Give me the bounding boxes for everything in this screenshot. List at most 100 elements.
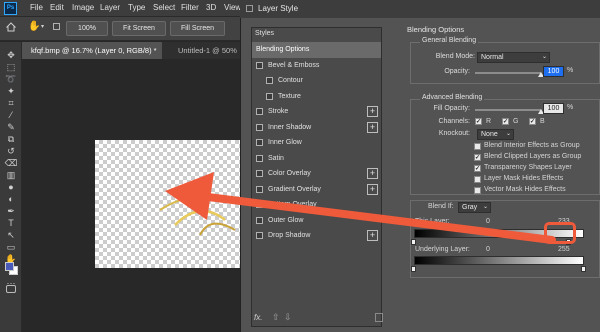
style-checkbox[interactable] <box>256 232 263 239</box>
knockout-dropdown[interactable]: None ⌄ <box>477 129 514 140</box>
underlying-left-value: 0 <box>486 246 490 253</box>
menu-item-select[interactable]: Select <box>153 3 175 12</box>
style-checkbox[interactable] <box>256 123 263 131</box>
style-row-label: Inner Shadow <box>268 123 312 131</box>
hand-tool-preset-icon[interactable]: ✋ <box>28 21 40 33</box>
menu-item-filter[interactable]: Filter <box>181 3 199 12</box>
channel-g-checkbox[interactable]: ✓ <box>502 118 509 125</box>
style-row-bevel-emboss[interactable]: Bevel & Emboss <box>252 58 381 74</box>
style-checkbox[interactable] <box>256 185 263 193</box>
opacity-input[interactable]: 100 <box>543 66 564 77</box>
zoom-all-windows-icon[interactable] <box>53 23 60 30</box>
style-row-pattern-overlay[interactable]: Pattern Overlay <box>252 197 381 213</box>
channel-r-label: R <box>486 118 492 125</box>
move-down-icon[interactable]: ⇩ <box>284 312 292 323</box>
fill-screen-button[interactable]: Fill Screen <box>170 21 225 36</box>
style-row-inner-glow[interactable]: Inner Glow <box>252 135 381 151</box>
chevron-down-icon[interactable]: ▾ <box>41 23 44 30</box>
channel-g-label: G <box>513 118 519 125</box>
tab-document-kfqf[interactable]: kfqf.bmp @ 16.7% (Layer 0, RGB/8) * <box>22 42 162 59</box>
underlying-black-thumb[interactable] <box>411 266 416 272</box>
style-checkbox[interactable] <box>256 216 263 224</box>
menu-item-3d[interactable]: 3D <box>206 3 216 12</box>
option-checkbox[interactable] <box>474 143 481 150</box>
style-checkbox[interactable] <box>256 139 263 146</box>
option-checkbox[interactable] <box>474 187 481 194</box>
opacity-label: Opacity: <box>444 68 470 75</box>
move-up-icon[interactable]: ⇧ <box>272 312 280 323</box>
option-checkbox[interactable]: ✓ <box>474 154 481 161</box>
blend-mode-dropdown[interactable]: Normal ⌄ <box>477 52 550 63</box>
option-checkbox[interactable]: ✓ <box>474 165 481 172</box>
channel-r-checkbox[interactable]: ✓ <box>475 118 482 125</box>
style-checkbox[interactable] <box>256 108 263 115</box>
style-checkbox[interactable] <box>256 154 263 162</box>
menu-item-type[interactable]: Type <box>128 3 145 12</box>
blend-if-dropdown[interactable]: Gray ⌄ <box>458 202 491 213</box>
home-icon[interactable] <box>5 22 17 32</box>
tab-label: kfqf.bmp @ 16.7% (Layer 0, RGB/8) * <box>31 46 157 55</box>
fit-screen-button[interactable]: Fit Screen <box>112 21 166 36</box>
style-row-satin[interactable]: Satin <box>252 151 381 167</box>
channel-b-checkbox[interactable]: ✓ <box>529 118 536 125</box>
trash-icon[interactable] <box>375 313 383 322</box>
opacity-unit: % <box>567 67 574 74</box>
fx-icon[interactable]: fx. <box>254 313 262 322</box>
underlying-layer-label: Underlying Layer: <box>415 246 470 253</box>
underlying-layer-gradient[interactable] <box>414 256 584 265</box>
underlying-right-value: 255 <box>558 246 570 253</box>
blend-if-value: Gray <box>462 204 478 211</box>
style-checkbox[interactable] <box>256 61 263 69</box>
mask-icon[interactable] <box>6 285 16 293</box>
option-checkbox-label: Blend Interior Effects as Group <box>484 142 580 149</box>
style-row-contour[interactable]: Contour <box>252 73 381 89</box>
styles-header[interactable]: Styles <box>255 30 274 37</box>
add-style-plus-icon[interactable]: + <box>367 183 378 195</box>
dialog-title-bar[interactable]: Layer Style <box>240 0 600 18</box>
chevron-down-icon: ⌄ <box>505 131 511 137</box>
option-checkbox[interactable] <box>474 176 481 183</box>
opacity-slider[interactable] <box>475 72 541 74</box>
styles-footer-bar: fx. ⇧ ⇩ <box>252 311 383 326</box>
add-style-plus-icon[interactable]: + <box>367 106 378 117</box>
style-row-label: Texture <box>278 92 301 100</box>
style-row-label: Bevel & Emboss <box>268 61 320 69</box>
style-row-label: Contour <box>278 77 303 84</box>
menu-item-layer[interactable]: Layer <box>100 3 120 12</box>
style-checkbox[interactable] <box>256 201 263 208</box>
style-row-inner-shadow[interactable]: Inner Shadow + <box>252 120 381 136</box>
fill-opacity-input[interactable]: 100 <box>543 103 564 114</box>
photoshop-logo-icon[interactable]: Ps <box>4 2 17 15</box>
fill-opacity-slider[interactable] <box>475 109 541 111</box>
menu-item-image[interactable]: Image <box>72 3 94 12</box>
menu-item-file[interactable]: File <box>30 3 43 12</box>
blend-if-label: Blend If: <box>428 203 454 210</box>
menu-item-view[interactable]: View <box>224 3 241 12</box>
style-row-stroke[interactable]: Stroke + <box>252 104 381 120</box>
add-style-plus-icon[interactable]: + <box>367 168 378 179</box>
style-checkbox[interactable] <box>266 92 273 100</box>
style-row-label: Color Overlay <box>268 170 311 177</box>
style-row-drop-shadow[interactable]: Drop Shadow + <box>252 228 381 244</box>
style-row-texture[interactable]: Texture <box>252 89 381 105</box>
general-blending-group <box>410 42 600 84</box>
zoom-100-button[interactable]: 100% <box>66 21 108 36</box>
style-checkbox[interactable] <box>256 170 263 177</box>
style-row-color-overlay[interactable]: Color Overlay + <box>252 166 381 182</box>
channel-b-label: B <box>540 118 545 125</box>
style-row-blending-options[interactable]: Blending Options <box>252 42 381 58</box>
style-row-label: Satin <box>268 154 284 162</box>
underlying-white-thumb[interactable] <box>581 266 586 272</box>
option-checkbox-label: Layer Mask Hides Effects <box>484 175 564 182</box>
menu-item-edit[interactable]: Edit <box>50 3 64 12</box>
foreground-color-swatch[interactable] <box>5 262 14 271</box>
style-row-gradient-overlay[interactable]: Gradient Overlay + <box>252 182 381 198</box>
style-row-outer-glow[interactable]: Outer Glow <box>252 213 381 229</box>
style-row-label: Blending Options <box>256 46 310 53</box>
add-style-plus-icon[interactable]: + <box>367 121 378 133</box>
style-checkbox[interactable] <box>266 77 273 84</box>
add-style-plus-icon[interactable]: + <box>367 230 378 241</box>
blending-options-title: Blending Options <box>407 25 465 34</box>
this-layer-black-thumb[interactable] <box>411 239 416 245</box>
option-checkbox-label: Blend Clipped Layers as Group <box>484 153 582 160</box>
